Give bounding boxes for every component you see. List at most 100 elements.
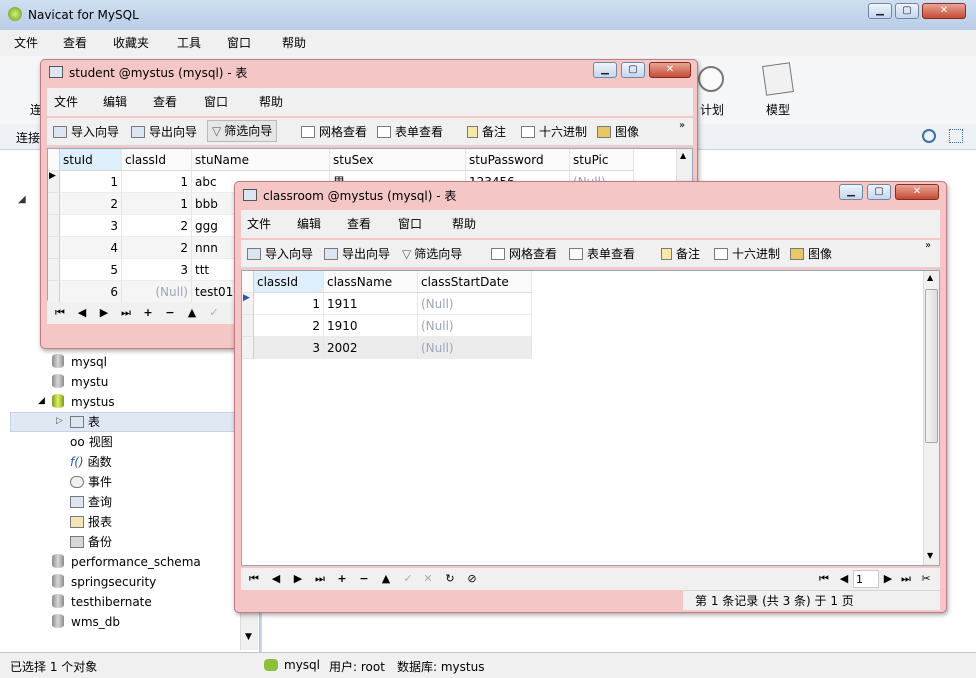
tree-item-queries[interactable]: 查询	[70, 492, 112, 512]
tree-item-reports[interactable]: 报表	[70, 512, 112, 532]
classroom-export-wizard-button[interactable]: 导出向导	[324, 242, 390, 266]
student-form-view-button[interactable]: 表单查看	[377, 120, 443, 144]
classroom-grid-view-button[interactable]: 网格查看	[491, 242, 557, 266]
menu-file[interactable]: 文件	[14, 30, 38, 56]
student-maximize-button[interactable]: ▢	[621, 62, 645, 78]
table-cell[interactable]: 2	[122, 215, 192, 237]
student-hex-button[interactable]: 十六进制	[521, 120, 587, 144]
student-menu-window[interactable]: 窗口	[204, 88, 228, 116]
classroom-column-header[interactable]: classId	[254, 271, 324, 293]
maximize-button[interactable]: ▢	[895, 3, 919, 19]
scrollbar-thumb[interactable]	[925, 289, 938, 443]
student-export-wizard-button[interactable]: 导出向导	[131, 120, 197, 144]
student-column-header[interactable]: classId	[122, 149, 192, 171]
student-grid-view-button[interactable]: 网格查看	[301, 120, 367, 144]
tree-item-events[interactable]: 事件	[70, 472, 112, 492]
row-marker[interactable]	[242, 337, 254, 359]
tree-db-mystus[interactable]: mystus	[52, 392, 115, 412]
prev-record-icon[interactable]: ◀	[73, 302, 91, 324]
row-marker[interactable]	[48, 259, 60, 281]
last-record-icon[interactable]: ⏭	[311, 568, 329, 590]
prev-record-icon[interactable]: ◀	[267, 568, 285, 590]
table-cell[interactable]: 6	[60, 281, 122, 303]
classroom-form-view-button[interactable]: 表单查看	[569, 242, 635, 266]
tree-db-testhibernate[interactable]: testhibernate	[52, 592, 152, 612]
student-menu-help[interactable]: 帮助	[259, 88, 283, 116]
grid-view-icon[interactable]	[949, 129, 963, 143]
menu-window[interactable]: 窗口	[227, 30, 251, 56]
model-icon[interactable]	[762, 62, 794, 96]
toolbar-model-label[interactable]: 模型	[766, 101, 790, 118]
settings-icon[interactable]: ✂	[917, 568, 935, 590]
tree-item-tables[interactable]: 表	[70, 412, 100, 432]
apply-icon[interactable]: ✓	[399, 568, 417, 590]
tree-collapse-icon[interactable]: ◢	[38, 396, 45, 406]
classroom-memo-button[interactable]: 备注	[661, 242, 700, 266]
student-column-header[interactable]: stuSex	[330, 149, 466, 171]
row-marker[interactable]	[48, 281, 60, 303]
classroom-menu-view[interactable]: 查看	[347, 210, 371, 238]
classroom-minimize-button[interactable]: ▁	[839, 184, 863, 200]
table-cell[interactable]: 1	[122, 193, 192, 215]
menu-tools[interactable]: 工具	[177, 30, 201, 56]
student-column-header[interactable]: stuName	[192, 149, 330, 171]
move-up-icon[interactable]: ▲	[377, 568, 395, 590]
row-marker[interactable]	[48, 237, 60, 259]
last-page-icon[interactable]: ⏭	[897, 568, 915, 590]
classroom-column-header[interactable]: classStartDate	[418, 271, 532, 293]
table-cell[interactable]: (Null)	[122, 281, 192, 303]
add-record-icon[interactable]: +	[333, 568, 351, 590]
prev-page-icon[interactable]: ◀	[835, 568, 853, 590]
tree-expand-icon[interactable]: ◢	[18, 194, 26, 205]
menu-favorites[interactable]: 收藏夹	[113, 30, 149, 56]
classroom-import-wizard-button[interactable]: 导入向导	[247, 242, 313, 266]
refresh-icon[interactable]: ↻	[441, 568, 459, 590]
scroll-down-icon[interactable]: ▼	[927, 551, 933, 560]
table-cell[interactable]: 4	[60, 237, 122, 259]
tree-db-mysql[interactable]: mysql	[52, 352, 107, 372]
table-cell[interactable]: (Null)	[418, 337, 532, 359]
next-record-icon[interactable]: ▶	[95, 302, 113, 324]
tree-expand-tables-icon[interactable]: ▷	[56, 416, 63, 426]
stop-icon[interactable]: ⊘	[463, 568, 481, 590]
classroom-image-button[interactable]: 图像	[790, 242, 832, 266]
first-record-icon[interactable]: ⏮	[51, 302, 69, 324]
apply-icon[interactable]: ✓	[205, 302, 223, 324]
table-cell[interactable]: 1	[254, 293, 324, 315]
delete-record-icon[interactable]: −	[355, 568, 373, 590]
toolbar-schedule-label[interactable]: 计划	[700, 101, 724, 118]
student-menu-edit[interactable]: 编辑	[103, 88, 127, 116]
tree-item-functions[interactable]: f() 函数	[70, 452, 112, 472]
classroom-menu-edit[interactable]: 编辑	[297, 210, 321, 238]
student-menu-file[interactable]: 文件	[54, 88, 78, 116]
table-cell[interactable]: 1	[122, 171, 192, 193]
row-marker[interactable]: ▶	[48, 171, 60, 193]
classroom-menu-file[interactable]: 文件	[247, 210, 271, 238]
student-filter-wizard-button[interactable]: ▽ 筛选向导	[207, 120, 278, 142]
classroom-maximize-button[interactable]: ▢	[867, 184, 891, 200]
table-cell[interactable]: (Null)	[418, 315, 532, 337]
last-record-icon[interactable]: ⏭	[117, 302, 135, 324]
tree-item-backups[interactable]: 备份	[70, 532, 112, 552]
row-marker[interactable]	[48, 193, 60, 215]
classroom-toolbar-overflow-icon[interactable]: »	[925, 240, 931, 251]
classroom-hex-button[interactable]: 十六进制	[714, 242, 780, 266]
schedule-icon[interactable]	[698, 66, 724, 92]
tree-db-mystu[interactable]: mystu	[52, 372, 108, 392]
student-column-header[interactable]: stuId	[60, 149, 122, 171]
student-column-header[interactable]: stuPassword	[466, 149, 570, 171]
tree-item-views[interactable]: oo 视图	[70, 432, 113, 452]
student-close-button[interactable]: ✕	[649, 62, 691, 78]
first-record-icon[interactable]: ⏮	[245, 568, 263, 590]
student-menu-view[interactable]: 查看	[153, 88, 177, 116]
table-cell[interactable]: 3	[122, 259, 192, 281]
scroll-up-icon[interactable]: ▲	[927, 273, 933, 282]
sidebar-scrollbar[interactable]: ▼	[240, 610, 258, 650]
student-image-button[interactable]: 图像	[597, 120, 639, 144]
minimize-button[interactable]: ▁	[868, 3, 892, 19]
row-marker[interactable]	[242, 315, 254, 337]
table-cell[interactable]: 5	[60, 259, 122, 281]
next-record-icon[interactable]: ▶	[289, 568, 307, 590]
scroll-up-icon[interactable]: ▲	[680, 151, 686, 160]
table-cell[interactable]: 2002	[324, 337, 418, 359]
